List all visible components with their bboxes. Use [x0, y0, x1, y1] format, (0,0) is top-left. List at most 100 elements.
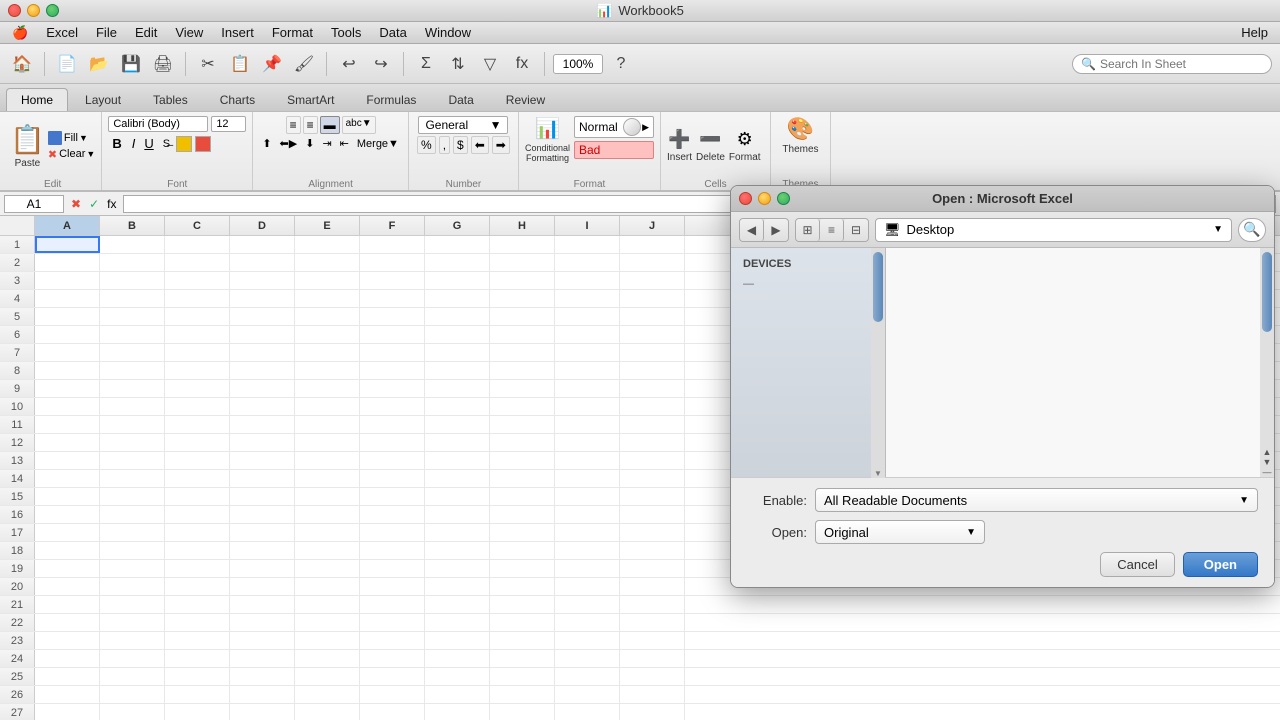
cell-E9[interactable] [295, 380, 360, 397]
cell-H3[interactable] [490, 272, 555, 289]
menu-excel[interactable]: Excel [38, 23, 86, 42]
cell-I3[interactable] [555, 272, 620, 289]
cell-H4[interactable] [490, 290, 555, 307]
cell-E19[interactable] [295, 560, 360, 577]
sum-btn[interactable]: Σ [412, 50, 440, 78]
cell-D26[interactable] [230, 686, 295, 703]
cell-D18[interactable] [230, 542, 295, 559]
cell-F3[interactable] [360, 272, 425, 289]
cell-D21[interactable] [230, 596, 295, 613]
cell-D17[interactable] [230, 524, 295, 541]
cell-C18[interactable] [165, 542, 230, 559]
apple-menu[interactable]: 🍎 [4, 23, 36, 43]
col-header-C[interactable]: C [165, 216, 230, 235]
table-row[interactable]: 23 [0, 632, 1280, 650]
cell-C1[interactable] [165, 236, 230, 253]
cell-B2[interactable] [100, 254, 165, 271]
dialog-close-button[interactable] [739, 192, 752, 205]
cell-C21[interactable] [165, 596, 230, 613]
zoom-help[interactable]: ? [607, 50, 635, 78]
col-header-A[interactable]: A [35, 216, 100, 235]
cell-H9[interactable] [490, 380, 555, 397]
cell-E1[interactable] [295, 236, 360, 253]
back-button[interactable]: ◀ [740, 219, 764, 241]
cell-A3[interactable] [35, 272, 100, 289]
cell-H19[interactable] [490, 560, 555, 577]
cell-C24[interactable] [165, 650, 230, 667]
cell-B15[interactable] [100, 488, 165, 505]
cell-D9[interactable] [230, 380, 295, 397]
cell-D1[interactable] [230, 236, 295, 253]
highlight-color-button[interactable] [176, 136, 192, 152]
cell-C19[interactable] [165, 560, 230, 577]
cell-B7[interactable] [100, 344, 165, 361]
cell-C8[interactable] [165, 362, 230, 379]
cell-C23[interactable] [165, 632, 230, 649]
cell-E27[interactable] [295, 704, 360, 720]
cell-G17[interactable] [425, 524, 490, 541]
search-box[interactable]: 🔍 [1072, 54, 1272, 74]
cell-D27[interactable] [230, 704, 295, 720]
cell-H24[interactable] [490, 650, 555, 667]
cell-G13[interactable] [425, 452, 490, 469]
cell-G5[interactable] [425, 308, 490, 325]
cell-H22[interactable] [490, 614, 555, 631]
tab-charts[interactable]: Charts [205, 88, 270, 111]
cell-I15[interactable] [555, 488, 620, 505]
paste-btn[interactable]: 📌 [258, 50, 286, 78]
open-button[interactable]: Open [1183, 552, 1258, 577]
cell-J18[interactable] [620, 542, 685, 559]
cell-A23[interactable] [35, 632, 100, 649]
normal-style-box[interactable]: Normal ▶ [574, 116, 654, 138]
cell-F16[interactable] [360, 506, 425, 523]
filter-btn[interactable]: ▽ [476, 50, 504, 78]
cell-D8[interactable] [230, 362, 295, 379]
cell-E20[interactable] [295, 578, 360, 595]
cell-G26[interactable] [425, 686, 490, 703]
cell-H16[interactable] [490, 506, 555, 523]
confirm-formula-button[interactable]: ✓ [86, 197, 102, 211]
cell-A16[interactable] [35, 506, 100, 523]
cell-D7[interactable] [230, 344, 295, 361]
cell-E13[interactable] [295, 452, 360, 469]
cell-I7[interactable] [555, 344, 620, 361]
tab-review[interactable]: Review [491, 88, 560, 111]
cell-F8[interactable] [360, 362, 425, 379]
cell-B24[interactable] [100, 650, 165, 667]
cell-E6[interactable] [295, 326, 360, 343]
cell-J7[interactable] [620, 344, 685, 361]
cell-C26[interactable] [165, 686, 230, 703]
cell-G23[interactable] [425, 632, 490, 649]
cell-E5[interactable] [295, 308, 360, 325]
cell-F23[interactable] [360, 632, 425, 649]
decrease-decimal-button[interactable]: ⬅ [471, 136, 489, 154]
cell-D23[interactable] [230, 632, 295, 649]
dialog-traffic-lights[interactable] [739, 192, 790, 205]
cell-E10[interactable] [295, 398, 360, 415]
menu-insert[interactable]: Insert [213, 23, 262, 42]
cell-H15[interactable] [490, 488, 555, 505]
home-btn[interactable]: 🏠 [8, 50, 36, 78]
cell-H12[interactable] [490, 434, 555, 451]
cell-J9[interactable] [620, 380, 685, 397]
undo-btn[interactable]: ↩ [335, 50, 363, 78]
cell-H5[interactable] [490, 308, 555, 325]
cell-F27[interactable] [360, 704, 425, 720]
cell-I22[interactable] [555, 614, 620, 631]
cell-J6[interactable] [620, 326, 685, 343]
cell-I14[interactable] [555, 470, 620, 487]
cell-J23[interactable] [620, 632, 685, 649]
cell-E15[interactable] [295, 488, 360, 505]
cell-D16[interactable] [230, 506, 295, 523]
cell-D14[interactable] [230, 470, 295, 487]
cell-F19[interactable] [360, 560, 425, 577]
cell-B5[interactable] [100, 308, 165, 325]
cell-H2[interactable] [490, 254, 555, 271]
cell-I5[interactable] [555, 308, 620, 325]
sidebar-device-item[interactable]: — [731, 274, 885, 294]
cell-G18[interactable] [425, 542, 490, 559]
cell-A10[interactable] [35, 398, 100, 415]
cell-D10[interactable] [230, 398, 295, 415]
cell-G21[interactable] [425, 596, 490, 613]
sidebar-scrollbar[interactable]: ▼ [871, 248, 885, 478]
